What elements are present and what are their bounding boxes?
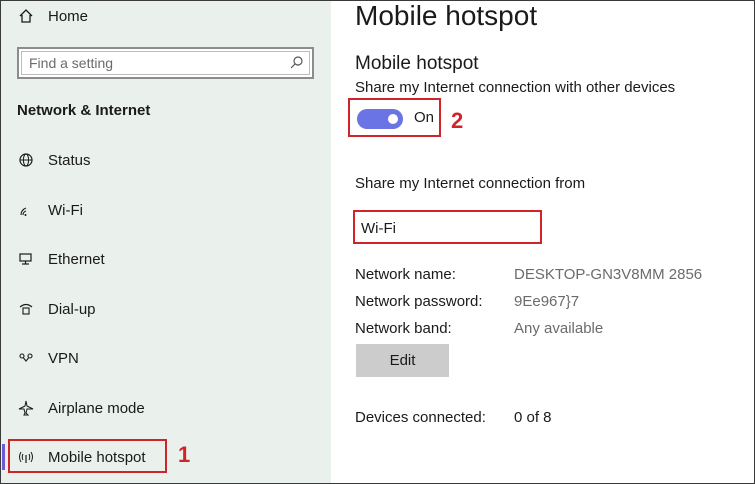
window-frame <box>0 0 755 484</box>
